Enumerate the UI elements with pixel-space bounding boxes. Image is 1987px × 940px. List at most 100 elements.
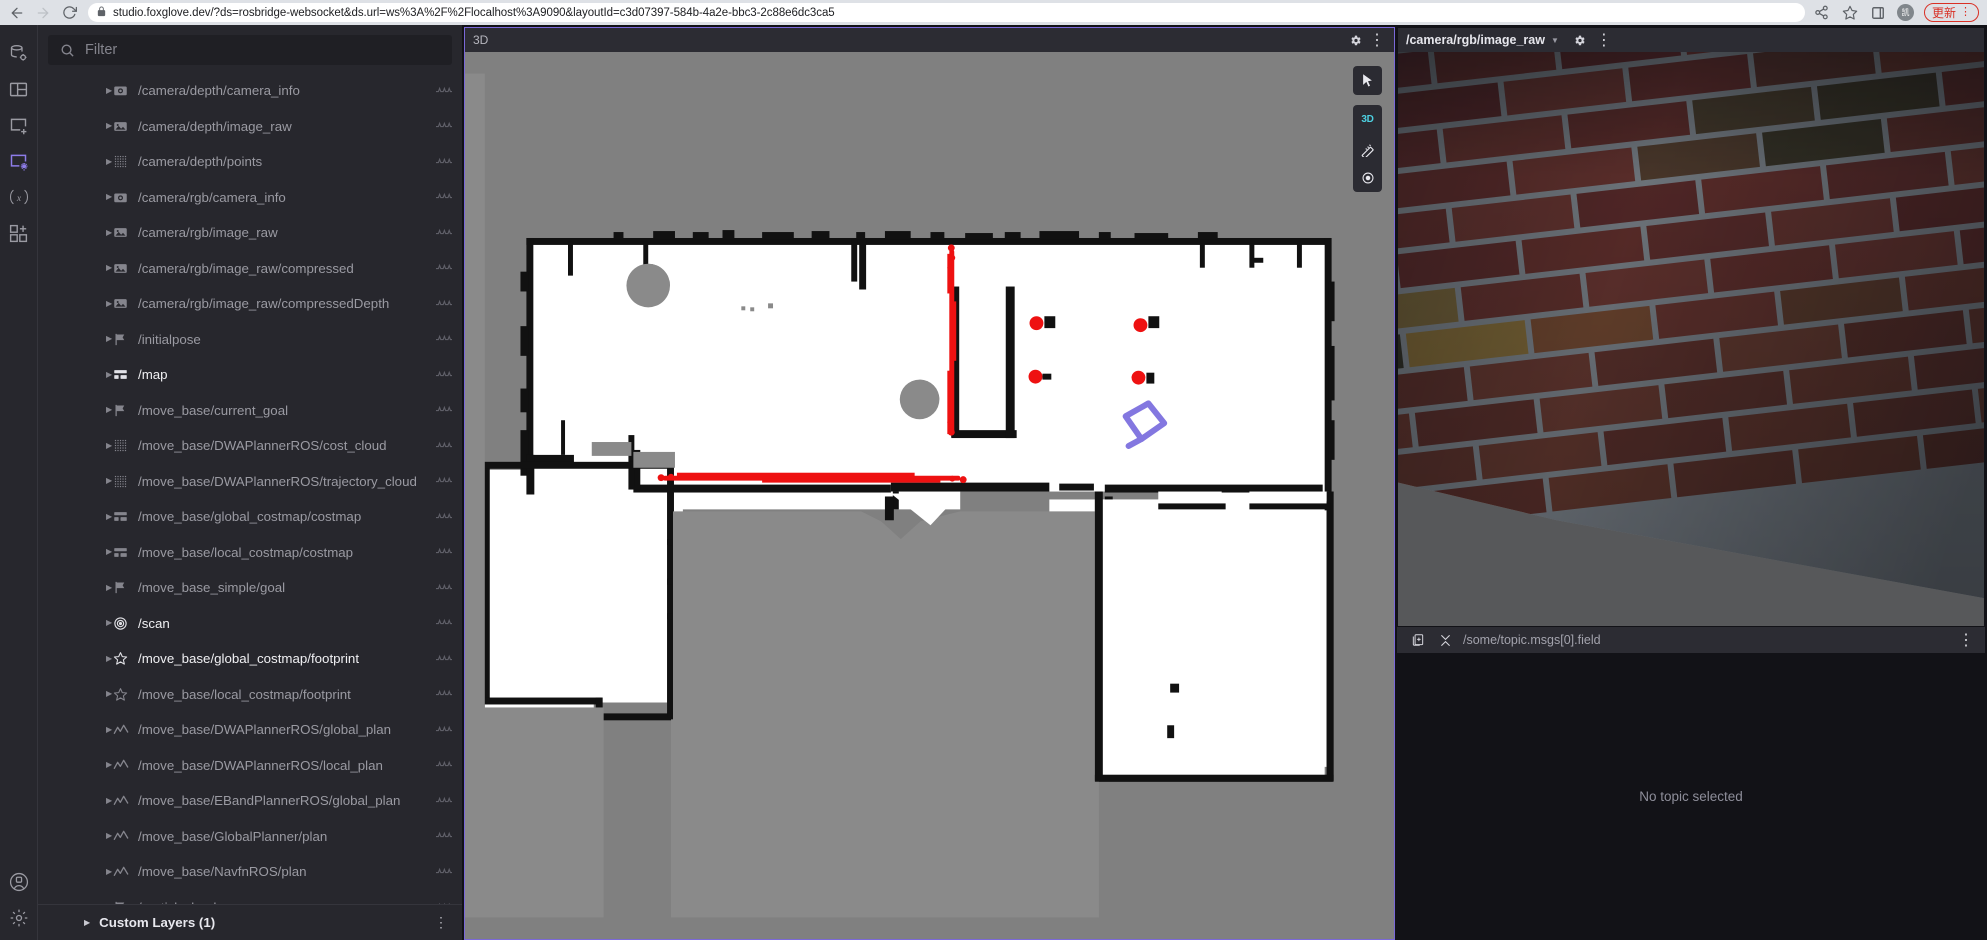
topic-list[interactable]: ▶ /camera/depth/camera_info ▶ /camera/depth…: [38, 73, 462, 904]
topic-row[interactable]: ▶ /particlecloud: [38, 890, 462, 904]
address-bar[interactable]: studio.foxglove.dev/?ds=rosbridge-websoc…: [88, 3, 1805, 22]
search-input[interactable]: Filter: [48, 35, 452, 65]
chevron-right-icon[interactable]: ▶: [106, 335, 112, 343]
topic-row[interactable]: ▶ /map: [38, 357, 462, 393]
panel-image-more-button[interactable]: ⋮: [1595, 31, 1613, 49]
topic-row[interactable]: ▶ /move_base/global_costmap/footprint: [38, 641, 462, 677]
sidebar-item-layouts[interactable]: [0, 71, 37, 107]
topic-row[interactable]: ▶ /move_base/global_costmap/costmap: [38, 499, 462, 535]
topic-row[interactable]: ▶ /move_base/DWAPlannerROS/cost_cloud: [38, 428, 462, 464]
topic-row[interactable]: ▶ /camera/rgb/camera_info: [38, 180, 462, 216]
chevron-right-icon[interactable]: ▶: [106, 264, 112, 272]
avatar[interactable]: 凯: [1896, 4, 1914, 21]
view-mode-button[interactable]: 3D: [1353, 105, 1382, 134]
sidebar-item-extensions[interactable]: [0, 215, 37, 251]
panel-3d-more-button[interactable]: ⋮: [1368, 31, 1386, 49]
image-icon: [112, 118, 129, 135]
panel-3d-settings-button[interactable]: [1346, 31, 1364, 49]
topic-row[interactable]: ▶ /move_base/local_costmap/footprint: [38, 677, 462, 713]
pointer-tool-button[interactable]: [1353, 66, 1382, 95]
chevron-right-icon[interactable]: ▶: [106, 548, 112, 556]
chevron-right-icon[interactable]: ▶: [106, 228, 112, 237]
publish-tool-button[interactable]: [1353, 163, 1382, 192]
chevron-right-icon[interactable]: ▶: [106, 832, 112, 840]
topic-row[interactable]: ▶ /move_base/GlobalPlanner/plan: [38, 819, 462, 855]
panel-image-settings-button[interactable]: [1571, 31, 1589, 49]
chevron-right-icon[interactable]: ▶: [106, 654, 112, 663]
custom-layers-section[interactable]: ▶ Custom Layers (1) ⋮: [38, 904, 462, 940]
account-circle-icon: [9, 872, 28, 892]
chevron-right-icon[interactable]: ▶: [106, 193, 112, 201]
chevron-right-icon[interactable]: ▶: [106, 583, 112, 592]
center-column: 3D ⋮ 3D: [462, 25, 1395, 940]
panel-image-topic[interactable]: /camera/rgb/image_raw: [1406, 33, 1545, 47]
topic-activity-indicator: [436, 298, 452, 310]
panel-image-body[interactable]: [1398, 52, 1984, 626]
reload-button[interactable]: [58, 2, 80, 24]
sidebar-item-data-source[interactable]: [0, 35, 37, 71]
back-button[interactable]: [6, 2, 28, 24]
topic-row[interactable]: ▶ /move_base/local_costmap/costmap: [38, 535, 462, 571]
topic-row[interactable]: ▶ /initialpose: [38, 322, 462, 358]
chevron-right-icon[interactable]: ▶: [106, 406, 112, 414]
topic-row[interactable]: ▶ /scan: [38, 606, 462, 642]
chevron-down-icon[interactable]: ▼: [1551, 36, 1559, 45]
occupancy-grid-map: [465, 73, 1394, 918]
chevron-right-icon[interactable]: ▶: [106, 477, 112, 485]
chevron-right-icon[interactable]: ▶: [106, 761, 112, 769]
panel-plot-more-button[interactable]: ⋮: [1957, 631, 1975, 649]
topic-label: /camera/rgb/image_raw: [138, 225, 278, 241]
topic-row[interactable]: ▶ /camera/rgb/image_raw: [38, 215, 462, 251]
topic-row[interactable]: ▶ /camera/depth/points: [38, 144, 462, 180]
topic-row[interactable]: ▶ /camera/rgb/image_raw/compressed: [38, 251, 462, 287]
chevron-right-icon[interactable]: ▶: [106, 867, 112, 876]
topic-row[interactable]: ▶ /move_base/DWAPlannerROS/local_plan: [38, 748, 462, 784]
chrome-menu-icon[interactable]: ⋮: [1960, 6, 1971, 18]
browser-actions: 凯 更新 ⋮: [1813, 3, 1981, 22]
bookmark-button[interactable]: [1841, 4, 1859, 22]
preferences-button[interactable]: [0, 900, 37, 936]
sidebar-item-add-panel[interactable]: [0, 107, 37, 143]
forward-button[interactable]: [32, 2, 54, 24]
topic-row[interactable]: ▶ /move_base/EBandPlannerROS/global_plan: [38, 783, 462, 819]
topic-row[interactable]: ▶ /move_base_simple/goal: [38, 570, 462, 606]
chevron-right-icon[interactable]: ▶: [84, 918, 90, 927]
chevron-right-icon[interactable]: ▶: [106, 157, 112, 166]
chevron-right-icon[interactable]: ▶: [106, 619, 112, 627]
chevron-right-icon[interactable]: ▶: [106, 370, 112, 379]
chevron-right-icon[interactable]: ▶: [106, 512, 112, 521]
side-panel-button[interactable]: [1869, 4, 1887, 22]
chevron-right-icon[interactable]: ▶: [106, 796, 112, 805]
chevron-right-icon[interactable]: ▶: [106, 690, 112, 698]
chevron-right-icon[interactable]: ▶: [106, 86, 112, 95]
flag-icon: [112, 579, 129, 596]
more-vertical-icon[interactable]: ⋮: [434, 914, 448, 931]
topic-label: /camera/depth/camera_info: [138, 83, 300, 99]
sidebar-item-variables[interactable]: x: [0, 179, 37, 215]
chevron-right-icon[interactable]: ▶: [106, 299, 112, 308]
collapse-button[interactable]: [1436, 631, 1454, 649]
chevron-right-icon[interactable]: ▶: [106, 903, 112, 904]
topic-row[interactable]: ▶ /camera/rgb/image_raw/compressedDepth: [38, 286, 462, 322]
measure-tool-button[interactable]: [1353, 134, 1382, 163]
topic-row[interactable]: ▶ /move_base/DWAPlannerROS/trajectory_clo…: [38, 464, 462, 500]
ruler-icon: [1361, 143, 1374, 157]
chevron-right-icon[interactable]: ▶: [106, 725, 112, 734]
plot-topic-path[interactable]: /some/topic.msgs[0].field: [1463, 633, 1601, 647]
topic-label: /camera/depth/image_raw: [138, 118, 292, 134]
right-column: /camera/rgb/image_raw ▼ ⋮ /some/topic.ms…: [1395, 25, 1987, 940]
chevron-right-icon[interactable]: ▶: [106, 441, 112, 450]
chevron-right-icon[interactable]: ▶: [106, 122, 112, 130]
topic-row[interactable]: ▶ /move_base/NavfnROS/plan: [38, 854, 462, 890]
sidebar-item-panel-settings[interactable]: [0, 143, 37, 179]
topic-row[interactable]: ▶ /camera/depth/image_raw: [38, 109, 462, 145]
topic-label: /move_base/DWAPlannerROS/local_plan: [138, 757, 383, 773]
share-button[interactable]: [1813, 4, 1831, 22]
3d-viewport[interactable]: 3D: [465, 52, 1394, 939]
account-button[interactable]: [0, 864, 37, 900]
topic-row[interactable]: ▶ /move_base/current_goal: [38, 393, 462, 429]
topic-row[interactable]: ▶ /move_base/DWAPlannerROS/global_plan: [38, 712, 462, 748]
copy-button[interactable]: [1409, 631, 1427, 649]
update-button[interactable]: 更新 ⋮: [1923, 3, 1979, 22]
topic-row[interactable]: ▶ /camera/depth/camera_info: [38, 73, 462, 109]
